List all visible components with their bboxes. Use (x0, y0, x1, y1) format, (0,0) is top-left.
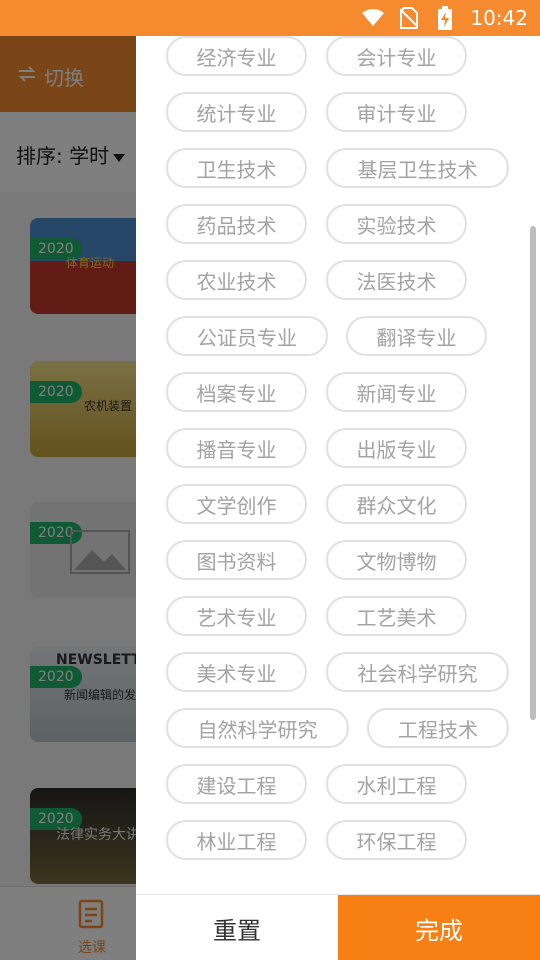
filter-drawer: 经济专业 会计专业 统计专业 审计专业 卫生技术 基层卫生技术 药品技术 实验技… (136, 36, 540, 960)
status-time: 10:42 (470, 6, 528, 30)
major-tag[interactable]: 统计专业 (166, 92, 307, 132)
reset-button[interactable]: 重置 (136, 895, 338, 960)
major-tag[interactable]: 农业技术 (166, 260, 307, 300)
major-tag[interactable]: 档案专业 (166, 372, 307, 412)
major-tag[interactable]: 播音专业 (166, 428, 307, 468)
major-tag[interactable]: 艺术专业 (166, 596, 307, 636)
major-tag[interactable]: 工艺美术 (326, 596, 467, 636)
done-button[interactable]: 完成 (338, 895, 540, 960)
major-tag[interactable]: 审计专业 (326, 92, 467, 132)
major-tag[interactable]: 出版专业 (326, 428, 467, 468)
major-tag[interactable]: 社会科学研究 (326, 652, 509, 692)
major-tag[interactable]: 图书资料 (166, 540, 307, 580)
no-sim-icon (398, 7, 420, 29)
battery-charging-icon (434, 6, 456, 30)
major-tag[interactable]: 文物博物 (326, 540, 467, 580)
major-tag[interactable]: 林业工程 (166, 820, 307, 860)
major-tag[interactable]: 工程技术 (367, 708, 509, 748)
major-tag[interactable]: 美术专业 (166, 652, 307, 692)
major-tag[interactable]: 翻译专业 (346, 316, 487, 356)
major-tag[interactable]: 会计专业 (326, 36, 467, 76)
major-tag[interactable]: 卫生技术 (166, 148, 307, 188)
status-bar: 10:42 (0, 0, 540, 36)
drawer-footer: 重置 完成 (136, 894, 540, 960)
major-tag[interactable]: 文学创作 (166, 484, 307, 524)
major-tag[interactable]: 群众文化 (326, 484, 467, 524)
major-tag[interactable]: 法医技术 (326, 260, 467, 300)
major-tag[interactable]: 新闻专业 (326, 372, 467, 412)
major-tag[interactable]: 药品技术 (166, 204, 307, 244)
major-tag[interactable]: 自然科学研究 (166, 708, 349, 748)
wifi-icon (362, 7, 385, 29)
major-tag[interactable]: 环保工程 (326, 820, 467, 860)
major-tag[interactable]: 实验技术 (326, 204, 467, 244)
major-tag[interactable]: 基层卫生技术 (326, 148, 509, 188)
major-tag[interactable]: 建设工程 (166, 764, 307, 804)
scrollbar[interactable] (530, 226, 536, 720)
major-tag-list: 经济专业 会计专业 统计专业 审计专业 卫生技术 基层卫生技术 药品技术 实验技… (136, 36, 540, 892)
major-tag[interactable]: 水利工程 (326, 764, 467, 804)
major-tag[interactable]: 经济专业 (166, 36, 307, 76)
major-tag[interactable]: 公证员专业 (166, 316, 328, 356)
